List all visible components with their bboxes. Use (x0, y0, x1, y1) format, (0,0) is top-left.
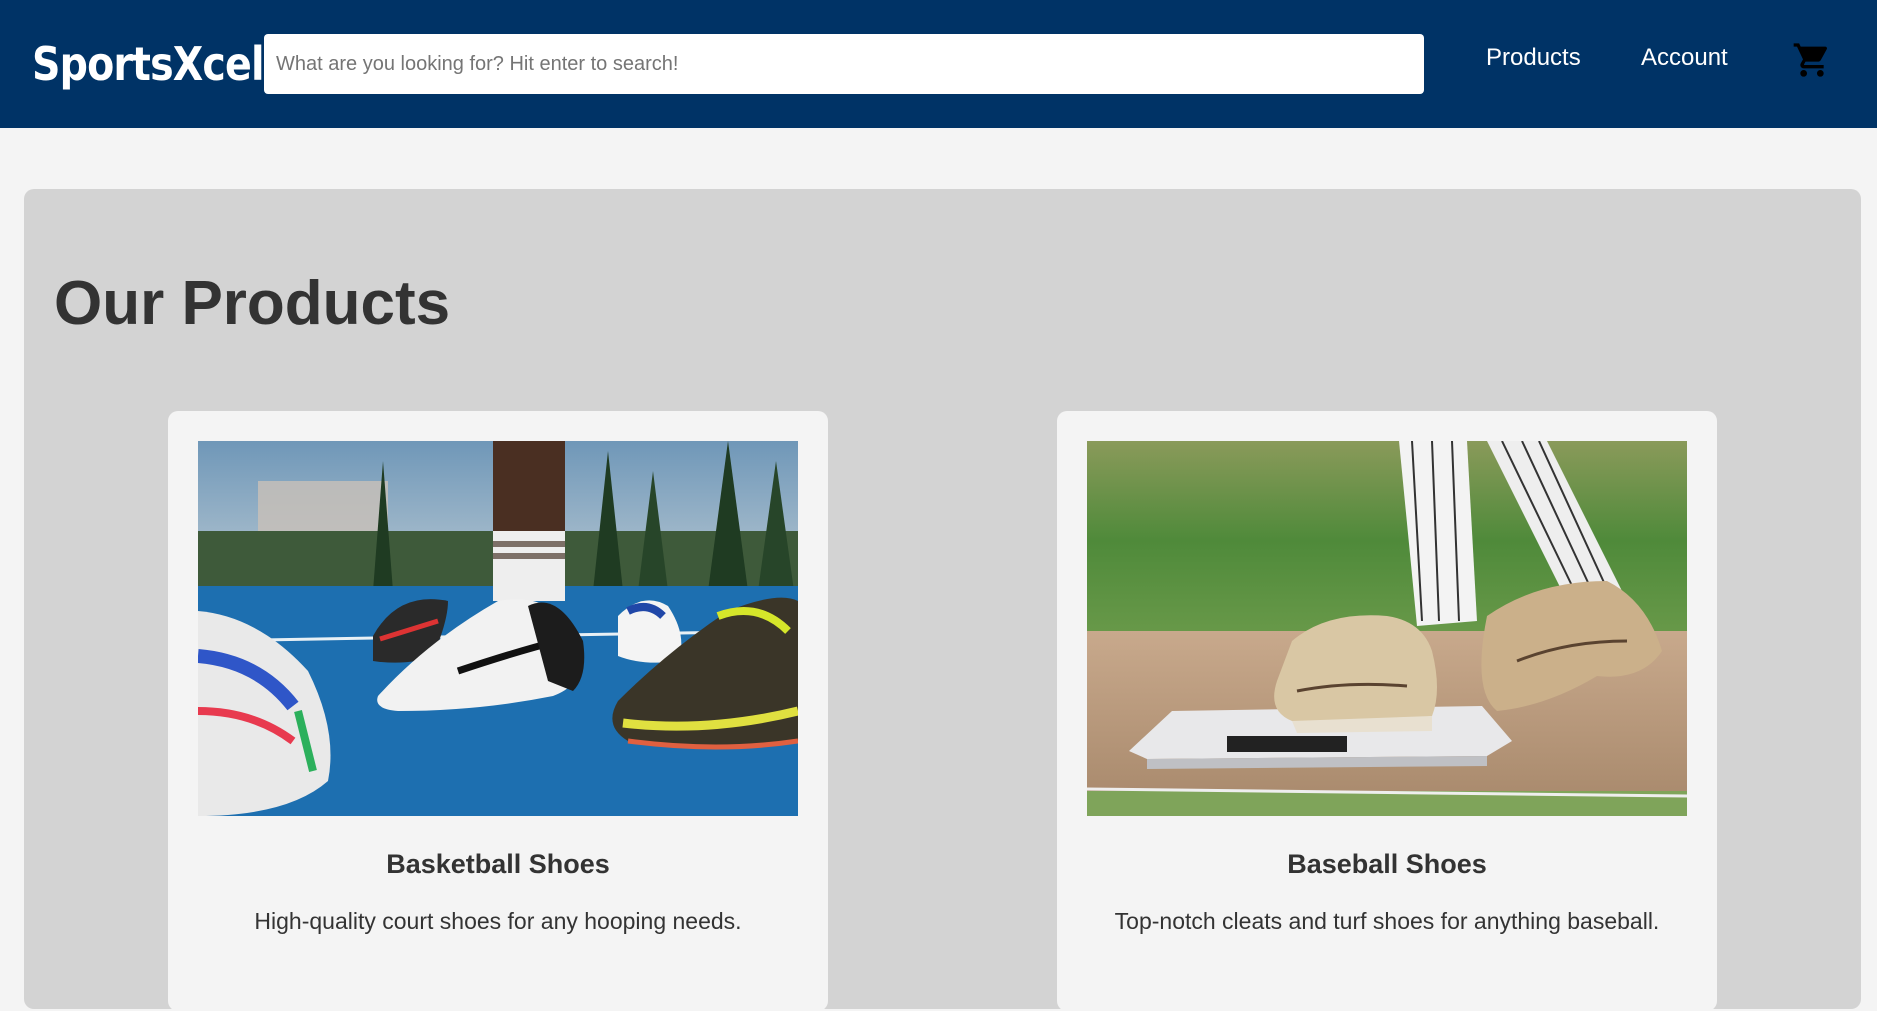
product-title[interactable]: Baseball Shoes (1057, 846, 1717, 882)
site-logo[interactable]: SportsXcel (32, 36, 265, 92)
product-card-basketball-shoes[interactable]: Basketball Shoes High-quality court shoe… (168, 411, 828, 1011)
product-card-baseball-shoes[interactable]: Baseball Shoes Top-notch cleats and turf… (1057, 411, 1717, 1011)
product-description: Top-notch cleats and turf shoes for anyt… (1114, 908, 1660, 934)
product-image-baseball-shoes[interactable] (1087, 441, 1687, 816)
product-title[interactable]: Basketball Shoes (168, 846, 828, 882)
site-header: SportsXcel Products Account (0, 0, 1877, 128)
nav-link-account[interactable]: Account (1641, 40, 1728, 76)
product-image-basketball-shoes[interactable] (198, 441, 798, 816)
product-description: High-quality court shoes for any hooping… (254, 908, 742, 934)
nav-link-products[interactable]: Products (1486, 40, 1581, 76)
search-input[interactable] (264, 34, 1424, 94)
cart-icon[interactable] (1792, 40, 1832, 80)
page-title: Our Products (54, 269, 451, 338)
